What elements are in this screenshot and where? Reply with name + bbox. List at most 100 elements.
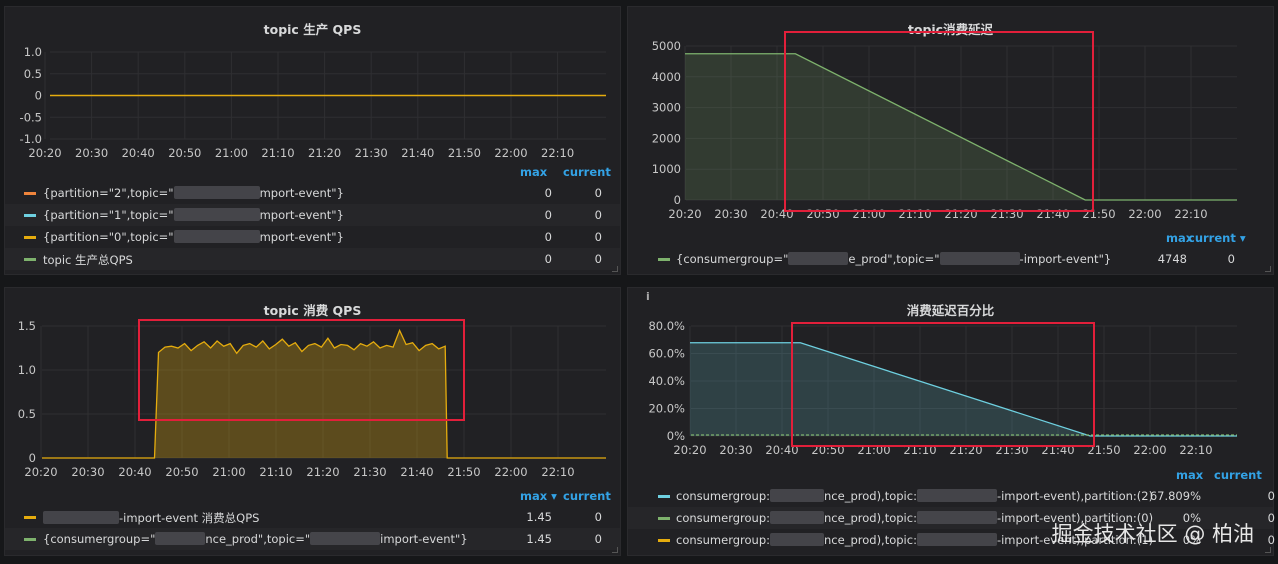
chart-consume-lag[interactable]: 5000 4000 3000 2000 1000 020:20 20:30 20:40 20:5… (628, 7, 1275, 227)
y-tick-label: 4000 (652, 70, 681, 84)
x-tick-label: 20:30 (75, 146, 108, 157)
resize-handle[interactable] (612, 266, 618, 272)
series-current: 0 (1267, 489, 1275, 503)
x-tick-label: 20:30 (71, 465, 104, 479)
series-name: {consumergroup=" nce_prod",topic=" import-… (43, 532, 468, 546)
series-swatch (24, 258, 36, 261)
series-swatch (24, 236, 36, 239)
resize-handle[interactable] (1265, 547, 1271, 553)
x-tick-label: 20:50 (168, 146, 201, 157)
series-current: 0 (594, 252, 602, 266)
legend-header-current[interactable]: current (1214, 468, 1262, 482)
x-tick-label: 22:10 (541, 465, 574, 479)
series-swatch (24, 192, 36, 195)
y-tick-label: 1.5 (18, 319, 36, 333)
legend-row[interactable]: topic 生产总QPS 0 0 (5, 248, 620, 270)
y-tick-label: 80.0% (648, 319, 685, 333)
series-current: 0 (1267, 533, 1275, 547)
x-tick-label: 20:50 (806, 207, 839, 221)
x-tick-label: 22:00 (1128, 207, 1161, 221)
series-max: 67.809% (1149, 489, 1201, 503)
series-name: {partition="0",topic=" mport-event"} (43, 230, 344, 244)
x-tick-label: 21:50 (448, 146, 481, 157)
series-swatch (658, 258, 670, 261)
x-tick-label: 21:30 (990, 207, 1023, 221)
legend-header-max[interactable]: max (1176, 468, 1203, 482)
x-tick-label: 20:40 (760, 207, 793, 221)
x-tick-label: 20:20 (668, 207, 701, 221)
x-tick-label: 20:20 (24, 465, 57, 479)
x-tick-label: 21:50 (447, 465, 480, 479)
series-name: {partition="2",topic=" mport-event"} (43, 186, 344, 200)
series-swatch (658, 539, 670, 542)
legend-row[interactable]: {partition="0",topic=" mport-event"} 0 0 (5, 226, 620, 248)
series-max: 1.45 (526, 532, 552, 546)
series-current: 0 (594, 186, 602, 200)
legend-header-max[interactable]: max (520, 165, 547, 179)
series-max: 4748 (1157, 252, 1187, 266)
y-tick-label: 0.5 (24, 67, 42, 81)
y-tick-label: 0% (667, 429, 685, 443)
x-tick-label: 21:10 (261, 146, 294, 157)
legend-row[interactable]: {partition="1",topic=" mport-event"} 0 0 (5, 204, 620, 226)
x-tick-label: 22:10 (1179, 443, 1212, 457)
x-tick-label: 20:30 (714, 207, 747, 221)
watermark: 掘金技术社区 @ 柏油 (1051, 522, 1254, 546)
x-tick-label: 22:10 (541, 146, 574, 157)
legend-row[interactable]: consumergroup: nce_prod),topic: -import-ev… (628, 485, 1275, 507)
x-tick-label: 20:40 (118, 465, 151, 479)
x-tick-label: 21:00 (852, 207, 885, 221)
series-swatch (24, 538, 36, 541)
x-tick-label: 21:20 (944, 207, 977, 221)
series-current: 0 (594, 208, 602, 222)
resize-handle[interactable] (612, 547, 618, 553)
x-tick-label: 20:40 (122, 146, 155, 157)
legend-row[interactable]: {consumergroup=" e_prod",topic=" -import-e… (628, 248, 1273, 270)
chart-consume-qps[interactable]: 1.5 1.0 0.5 020:20 20:30 20:40 20:50 21:00 21:10… (5, 288, 622, 483)
x-tick-label: 21:20 (306, 465, 339, 479)
x-tick-label: 21:10 (898, 207, 931, 221)
series-swatch (658, 495, 670, 498)
panel-topic-consume-lag: topic消费延迟 5000 4000 3000 2000 1000 0 20:20 20:3… (627, 6, 1274, 275)
x-tick-label: 20:50 (165, 465, 198, 479)
y-tick-label: 5000 (652, 39, 681, 53)
x-tick-label: 21:40 (400, 465, 433, 479)
y-tick-label: 0 (35, 89, 42, 103)
series-swatch (24, 214, 36, 217)
x-tick-label: 21:50 (1082, 207, 1115, 221)
chart-consume-lag-percent[interactable]: 80.0%60.0%40.0%20.0%0%20:20 20:30 20:40 20:… (628, 288, 1275, 463)
y-tick-label: 3000 (652, 101, 681, 115)
legend-row[interactable]: -import-event 消费总QPS 1.45 0 (5, 506, 620, 528)
x-tick-label: 21:20 (308, 146, 341, 157)
resize-handle[interactable] (1265, 266, 1271, 272)
y-tick-label: 2000 (652, 131, 681, 145)
x-tick-label: 21:30 (355, 146, 388, 157)
panel-topic-produce-qps: topic 生产 QPS 1.0 0.5 0 -0.5 -1.0 20:20 20:30 20… (4, 6, 621, 275)
series-current: 0 (594, 510, 602, 524)
y-tick-label: 0.5 (18, 407, 36, 421)
y-tick-label: 1.0 (24, 45, 42, 59)
series-swatch (658, 517, 670, 520)
series-name: {consumergroup=" e_prod",topic=" -import-e… (676, 252, 1112, 266)
legend-header-current[interactable]: current ▾ (1188, 231, 1246, 245)
legend-header-max[interactable]: max ▾ (520, 489, 557, 503)
series-max: 1.45 (526, 510, 552, 524)
y-tick-label: 1.0 (18, 363, 36, 377)
y-tick-label: 0 (29, 451, 36, 465)
legend-header-current[interactable]: current (563, 165, 611, 179)
x-tick-label: 22:10 (1174, 207, 1207, 221)
x-tick-label: 22:00 (1133, 443, 1166, 457)
legend-row[interactable]: {consumergroup=" nce_prod",topic=" import-… (5, 528, 620, 550)
x-tick-label: 20:30 (719, 443, 752, 457)
chart-produce-qps[interactable]: 1.0 0.5 0 -0.5 -1.020:20 20:30 20:40 20:50 21:00… (5, 7, 622, 157)
legend-header-current[interactable]: current (563, 489, 611, 503)
y-tick-label: 20.0% (648, 402, 685, 416)
x-tick-label: 22:00 (494, 465, 527, 479)
series-name: topic 生产总QPS (43, 253, 133, 267)
x-tick-label: 21:10 (259, 465, 292, 479)
legend-row[interactable]: {partition="2",topic=" mport-event"} 0 0 (5, 182, 620, 204)
x-tick-label: 20:20 (673, 443, 706, 457)
series-name: {partition="1",topic=" mport-event"} (43, 208, 344, 222)
series-name: consumergroup: nce_prod),topic: -import-ev… (676, 489, 1154, 503)
series-max: 0 (544, 186, 552, 200)
